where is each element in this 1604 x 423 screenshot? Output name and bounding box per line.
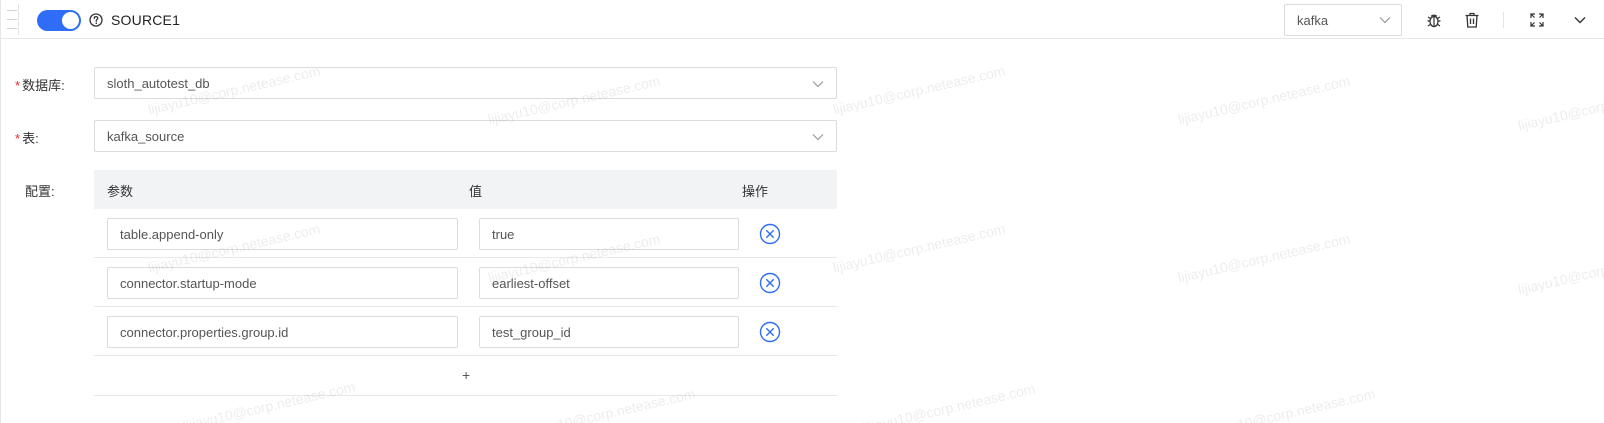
watermark: lijiayu10@corp.netease.com xyxy=(1176,72,1352,128)
bug-icon[interactable] xyxy=(1425,11,1443,29)
watermark: lijiayu10@corp.netease.com xyxy=(1176,230,1352,286)
database-label: * 数据库: xyxy=(15,78,65,93)
source-type-value: kafka xyxy=(1297,13,1329,28)
table-row: table.append-only true xyxy=(94,209,837,258)
watermark: lijiayu10@corp.netease.com xyxy=(861,380,1037,423)
watermark: lijiayu10@corp.netease.com xyxy=(1516,242,1604,298)
close-circle-icon[interactable] xyxy=(759,321,781,343)
value-input[interactable]: test_group_id xyxy=(479,316,739,348)
column-header-param: 参数 xyxy=(107,184,134,199)
config-table-header: 参数 值 操作 xyxy=(94,170,837,209)
close-circle-icon[interactable] xyxy=(759,223,781,245)
panel-header: SOURCE1 kafka xyxy=(1,0,1604,39)
table-label: * 表: xyxy=(15,131,39,146)
header-divider xyxy=(1503,12,1504,28)
close-circle-icon[interactable] xyxy=(759,272,781,294)
add-row-button[interactable]: + xyxy=(94,356,837,396)
table-select[interactable]: kafka_source xyxy=(94,120,837,152)
table-value: kafka_source xyxy=(107,129,185,144)
required-mark: * xyxy=(15,78,21,93)
source-title: SOURCE1 xyxy=(111,12,181,28)
source-type-select[interactable]: kafka xyxy=(1284,4,1402,36)
source-panel: SOURCE1 kafka * 数据库: sloth_autotest_db *… xyxy=(0,0,1604,423)
chevron-down-icon xyxy=(812,81,824,88)
column-header-value: 值 xyxy=(469,184,483,199)
watermark: lijiayu10@corp.netease.com xyxy=(1516,78,1604,134)
column-header-action: 操作 xyxy=(742,184,769,199)
question-circle-icon[interactable] xyxy=(89,13,103,27)
param-input[interactable]: table.append-only xyxy=(107,218,458,250)
toggle-knob xyxy=(62,12,79,29)
value-input[interactable]: true xyxy=(479,218,739,250)
value-input[interactable]: earliest-offset xyxy=(479,267,739,299)
database-value: sloth_autotest_db xyxy=(107,76,210,91)
required-mark: * xyxy=(15,131,21,146)
drag-handle[interactable] xyxy=(3,4,19,35)
watermark: lijiayu10@corp.netease.com xyxy=(831,62,1007,118)
fullscreen-icon[interactable] xyxy=(1528,11,1546,29)
chevron-down-icon[interactable] xyxy=(1571,11,1589,29)
table-row: connector.startup-mode earliest-offset xyxy=(94,258,837,307)
watermark: lijiayu10@corp.netease.com xyxy=(1201,385,1377,423)
database-select[interactable]: sloth_autotest_db xyxy=(94,67,837,99)
config-label: 配置: xyxy=(25,184,55,199)
chevron-down-icon xyxy=(1379,17,1391,24)
trash-icon[interactable] xyxy=(1463,11,1481,29)
config-table: 参数 值 操作 table.append-only true connector… xyxy=(94,170,837,396)
add-row-label: + xyxy=(462,367,471,383)
table-row: connector.properties.group.id test_group… xyxy=(94,307,837,356)
param-input[interactable]: connector.properties.group.id xyxy=(107,316,458,348)
param-input[interactable]: connector.startup-mode xyxy=(107,267,458,299)
enable-toggle[interactable] xyxy=(37,10,81,31)
watermark: lijiayu10@corp.netease.com xyxy=(831,220,1007,276)
chevron-down-icon xyxy=(812,134,824,141)
